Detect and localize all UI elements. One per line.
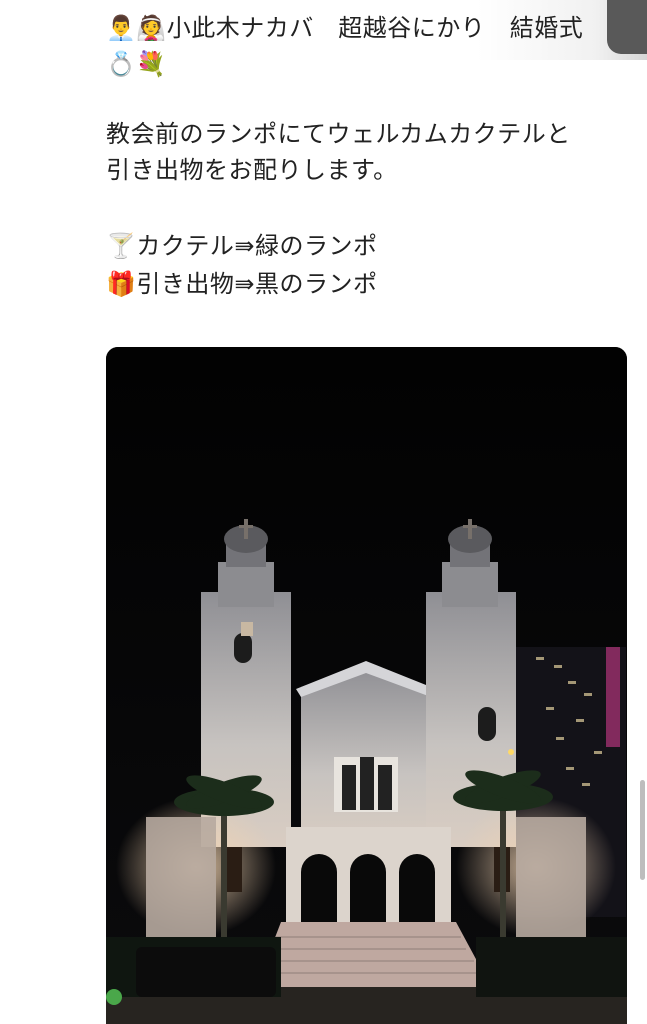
post-line-welcome-1: 教会前のランポにてウェルカムカクテルと — [106, 120, 571, 148]
post-line-gift: 🎁引き出物⇛黒のランポ — [106, 270, 378, 298]
post-line-ring: 💍💐 — [106, 50, 167, 78]
church-night-photo — [106, 347, 627, 1024]
post-image[interactable] — [106, 347, 627, 1024]
post-line-welcome-2: 引き出物をお配りします。 — [106, 156, 398, 184]
post-line-names: 👨‍💼👰小此木ナカバ 超越谷にかり 結婚式 — [106, 14, 584, 42]
page-scrollbar[interactable] — [640, 780, 645, 880]
post-line-cocktail: 🍸カクテル⇛緑のランポ — [106, 232, 378, 260]
overlay-tab[interactable] — [607, 0, 647, 54]
